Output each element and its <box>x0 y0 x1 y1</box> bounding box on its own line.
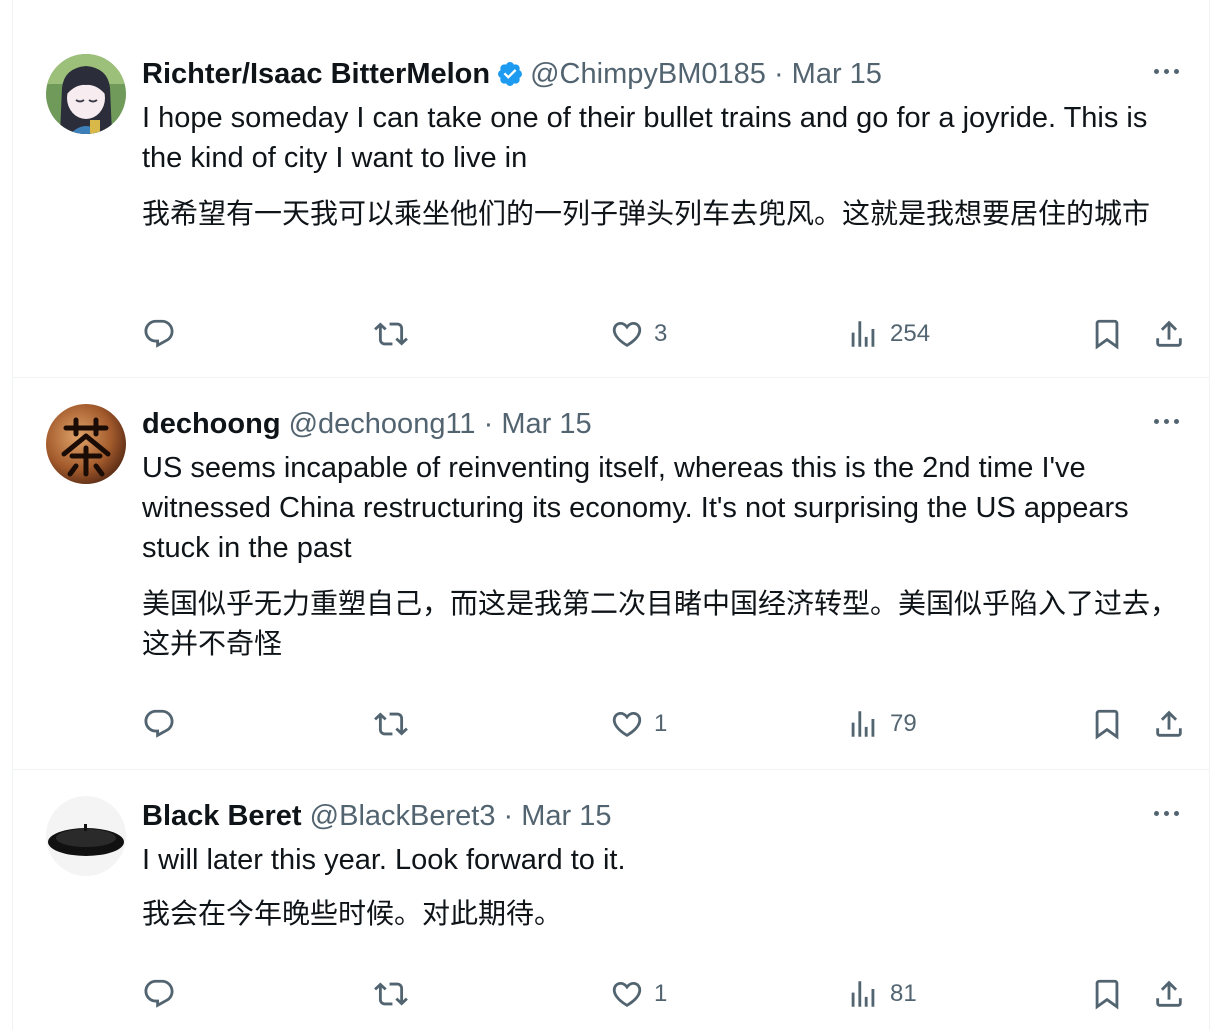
view-count: 79 <box>890 710 917 737</box>
tweet-text-en: US seems incapable of reinventing itself… <box>142 452 1129 564</box>
bookmark-button[interactable] <box>1090 704 1124 744</box>
avatar[interactable] <box>46 796 126 876</box>
retweet-icon <box>374 712 408 736</box>
like-count: 1 <box>654 980 668 1007</box>
reply-icon <box>144 709 174 738</box>
handle[interactable]: @dechoong11 <box>289 408 476 440</box>
bookmark-icon <box>1095 979 1119 1010</box>
tweet[interactable]: Black Beret @BlackBeret3 · Mar 15 I will… <box>12 770 1210 1030</box>
timestamp[interactable]: Mar 15 <box>501 408 591 440</box>
like-icon <box>612 981 642 1007</box>
views-button[interactable]: 81 <box>846 974 917 1014</box>
reply-button[interactable] <box>142 704 186 744</box>
bookmark-button[interactable] <box>1090 314 1124 354</box>
tweet-text-en: I hope someday I can take one of their b… <box>142 102 1148 174</box>
tweet-text-en: I will later this year. Look forward to … <box>142 844 626 876</box>
tweet-text-zh: 我希望有一天我可以乘坐他们的一列子弹头列车去兜风。这就是我想要居住的城市 <box>142 197 1151 230</box>
like-icon <box>612 711 642 737</box>
bookmark-icon <box>1095 709 1119 740</box>
display-name[interactable]: dechoong <box>142 408 281 440</box>
bookmark-icon <box>1095 319 1119 350</box>
reply-button[interactable] <box>142 314 186 354</box>
separator: · <box>483 408 494 440</box>
display-name[interactable]: Black Beret <box>142 800 302 832</box>
timestamp[interactable]: Mar 15 <box>792 58 882 90</box>
avatar[interactable] <box>46 54 126 134</box>
retweet-button[interactable] <box>374 314 418 354</box>
retweet-icon <box>374 322 408 346</box>
views-icon <box>851 321 875 347</box>
display-name[interactable]: Richter/Isaac BitterMelon <box>142 58 490 90</box>
reply-icon <box>144 319 174 348</box>
view-count: 254 <box>890 320 931 347</box>
reply-icon <box>144 979 174 1008</box>
tweet-header: dechoong @dechoong11 · Mar 15 <box>142 406 1210 442</box>
share-button[interactable] <box>1152 314 1186 354</box>
retweet-button[interactable] <box>374 704 418 744</box>
views-button[interactable]: 254 <box>846 314 930 354</box>
like-count: 3 <box>654 320 668 347</box>
timestamp[interactable]: Mar 15 <box>521 800 611 832</box>
like-count: 1 <box>654 710 668 737</box>
share-icon <box>1156 320 1182 347</box>
action-bar: 3 254 <box>142 314 1186 354</box>
reply-button[interactable] <box>142 974 186 1014</box>
retweet-icon <box>374 982 408 1006</box>
tweet-header: Richter/Isaac BitterMelon @ChimpyBM0185 ·… <box>142 56 1210 92</box>
separator: · <box>773 58 784 90</box>
like-button[interactable]: 1 <box>610 704 667 744</box>
handle[interactable]: @BlackBeret3 <box>310 800 496 832</box>
avatar[interactable] <box>46 404 126 484</box>
bookmark-button[interactable] <box>1090 974 1124 1014</box>
share-icon <box>1156 980 1182 1007</box>
views-icon <box>851 981 875 1007</box>
like-icon <box>612 321 642 347</box>
view-count: 81 <box>890 980 917 1007</box>
handle[interactable]: @ChimpyBM0185 <box>530 58 766 90</box>
like-button[interactable]: 1 <box>610 974 667 1014</box>
more-icon[interactable] <box>1146 58 1186 84</box>
more-icon[interactable] <box>1146 408 1186 434</box>
separator: · <box>503 800 514 832</box>
tweet-text-zh: 美国似乎无力重塑自己，而这是我第二次目睹中国经济转型。美国似乎陷入了过去，这并不… <box>142 587 1179 660</box>
tweet-text-zh: 我会在今年晚些时候。对此期待。 <box>142 897 563 930</box>
tweet[interactable]: Richter/Isaac BitterMelon @ChimpyBM0185 ·… <box>12 28 1210 378</box>
tweet-header: Black Beret @BlackBeret3 · Mar 15 <box>142 798 1210 834</box>
share-button[interactable] <box>1152 974 1186 1014</box>
share-icon <box>1156 710 1182 737</box>
more-icon[interactable] <box>1146 800 1186 826</box>
action-bar: 1 81 <box>142 974 1186 1014</box>
share-button[interactable] <box>1152 704 1186 744</box>
action-bar: 1 79 <box>142 704 1186 744</box>
views-icon <box>851 711 875 737</box>
retweet-button[interactable] <box>374 974 418 1014</box>
like-button[interactable]: 3 <box>610 314 667 354</box>
tweet[interactable]: dechoong @dechoong11 · Mar 15 US seems i… <box>12 378 1210 770</box>
views-button[interactable]: 79 <box>846 704 917 744</box>
verified-badge-icon <box>496 60 524 88</box>
